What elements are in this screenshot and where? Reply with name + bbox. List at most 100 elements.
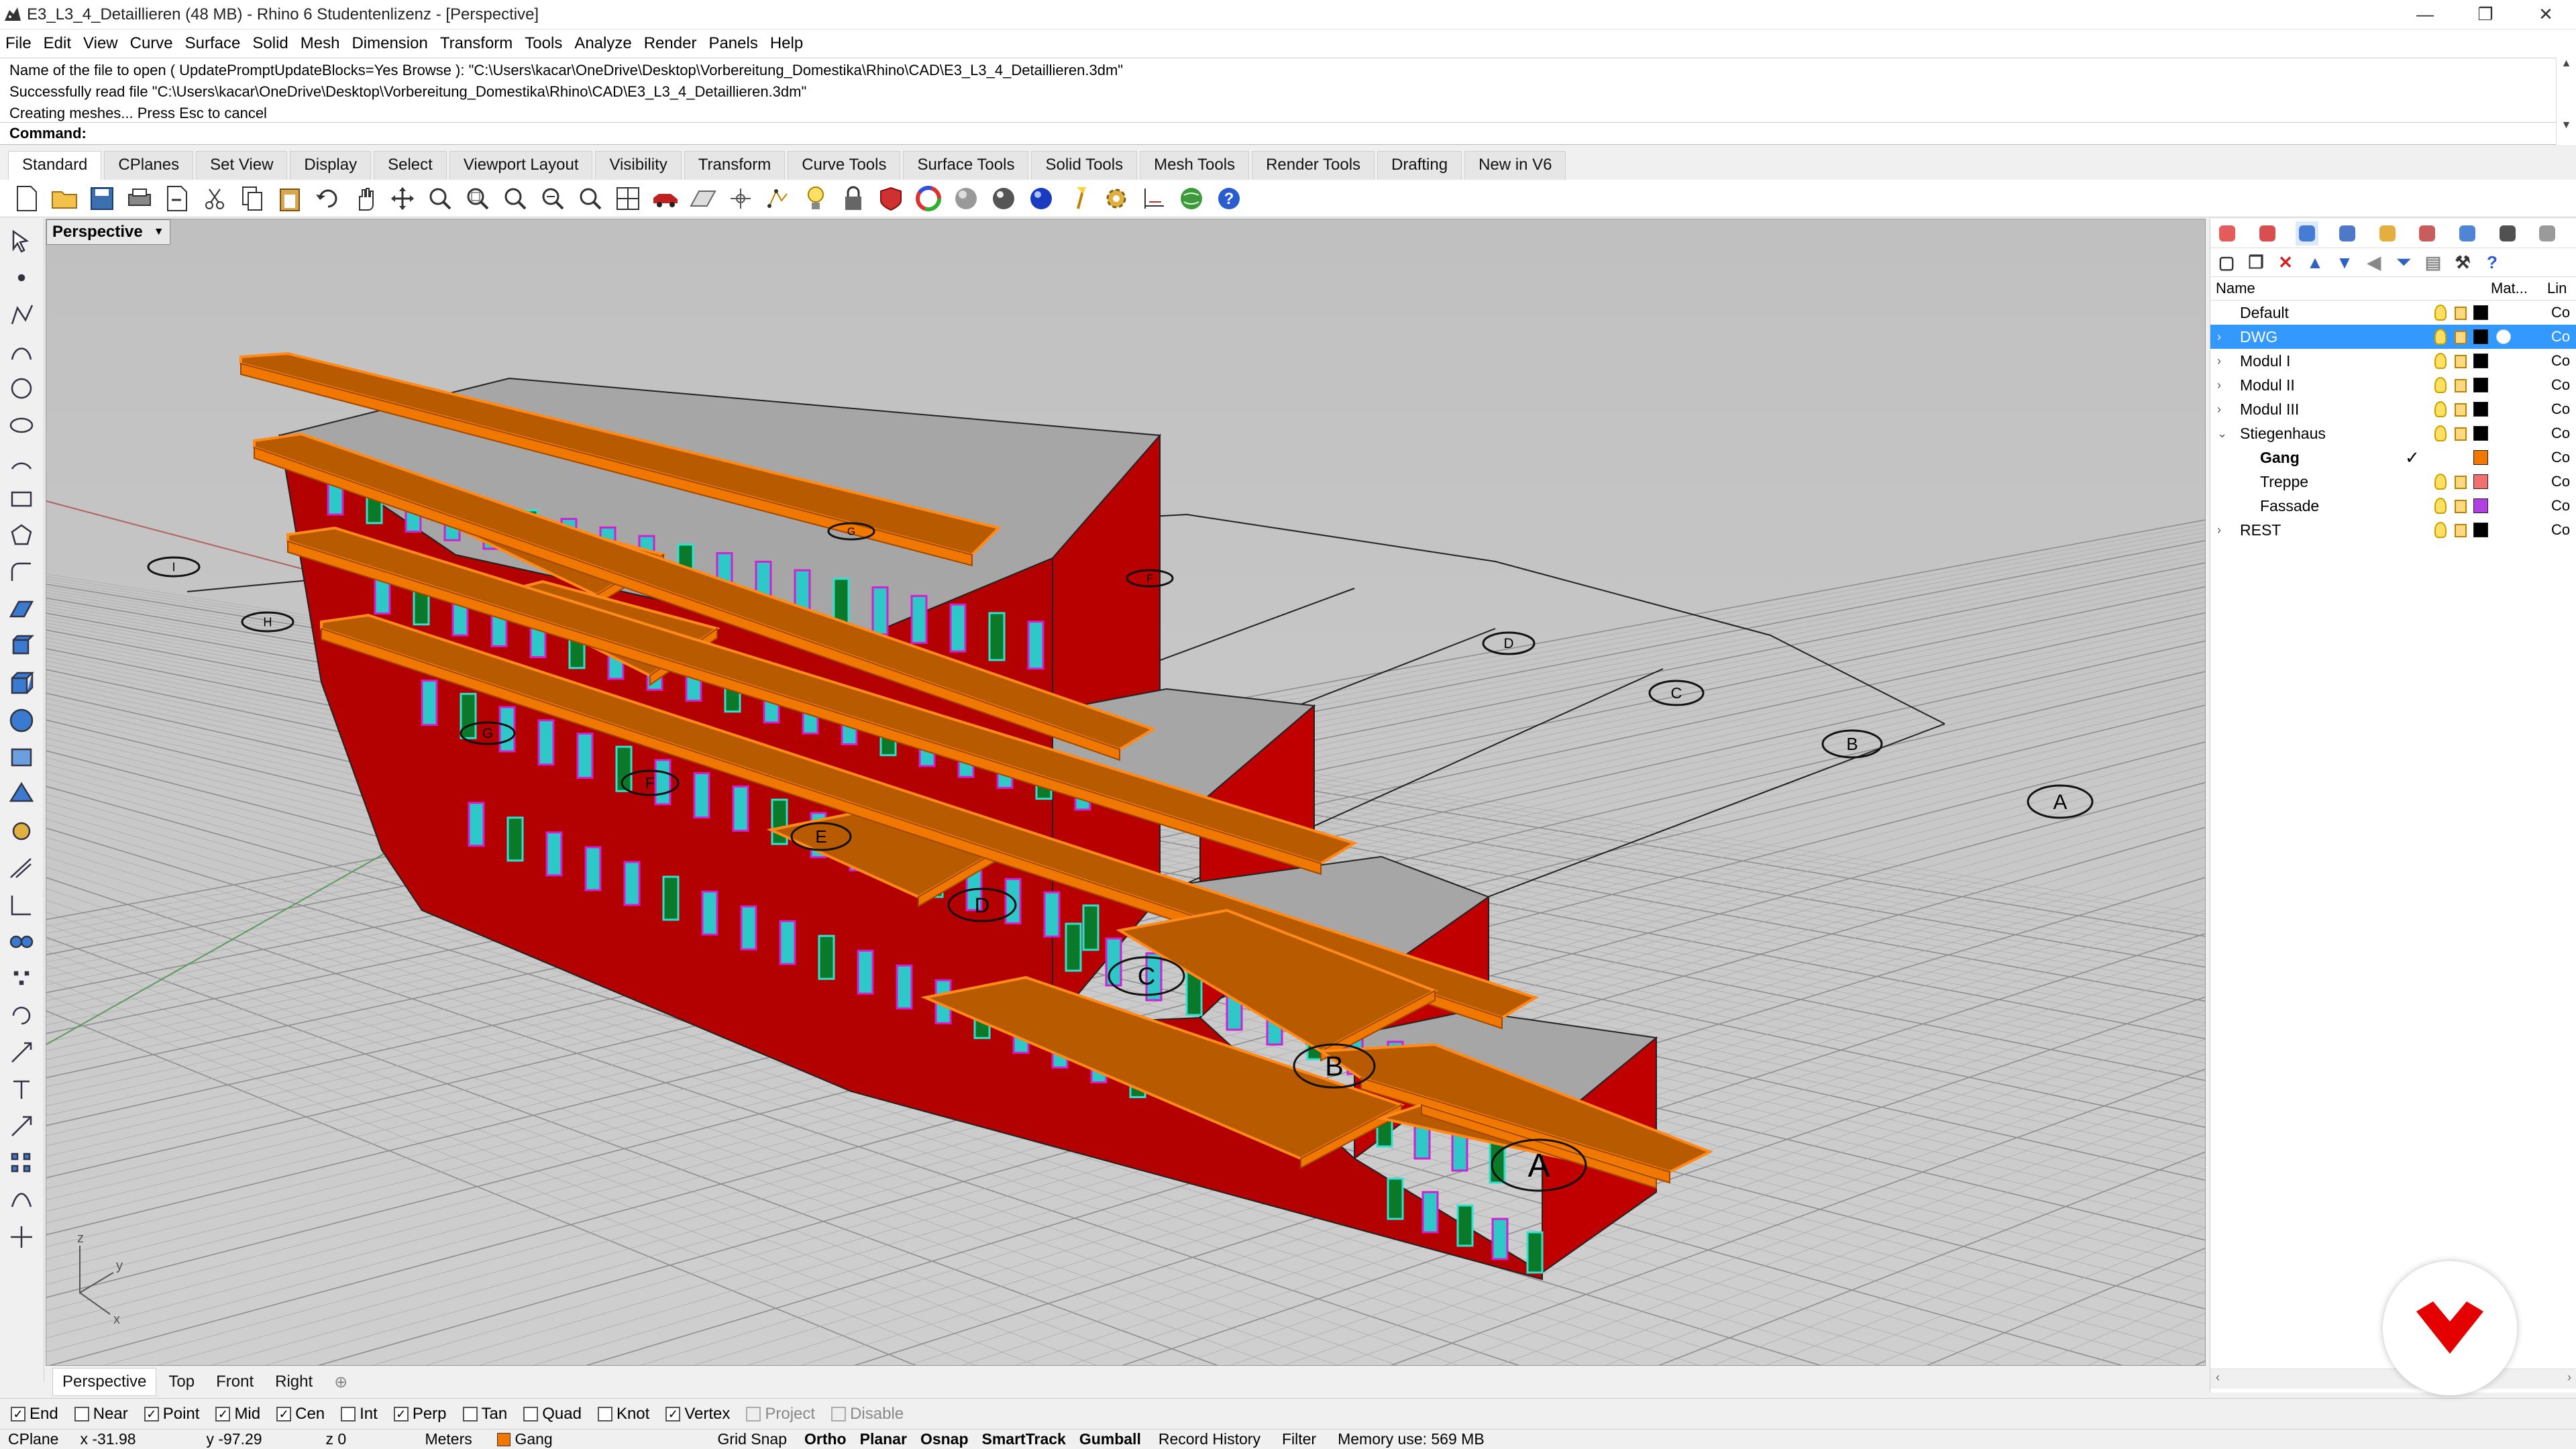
layer-visible-icon[interactable] — [2434, 425, 2447, 441]
osnap-near[interactable]: Near — [74, 1405, 128, 1424]
menu-transform[interactable]: Transform — [439, 33, 514, 54]
shaded-sphere-icon[interactable] — [951, 184, 981, 213]
view-tab-front[interactable]: Front — [207, 1368, 263, 1395]
menu-curve[interactable]: Curve — [129, 33, 174, 54]
point-icon[interactable] — [7, 263, 36, 292]
tab-mesh-tools[interactable]: Mesh Tools — [1140, 151, 1250, 180]
libraries-icon[interactable] — [2376, 221, 2399, 246]
light-icon[interactable] — [7, 853, 36, 883]
transform-icon[interactable] — [7, 1222, 36, 1252]
osnap-int[interactable]: Int — [341, 1405, 378, 1424]
rhino-app-icon[interactable] — [3, 5, 23, 25]
options-icon[interactable] — [1102, 184, 1131, 213]
layer-lock-icon[interactable] — [2455, 476, 2467, 489]
column-name[interactable]: Name — [2216, 280, 2491, 297]
layer-linetype[interactable]: Co — [2551, 328, 2570, 345]
scroll-up-icon[interactable]: ▲ — [2557, 58, 2576, 70]
point-cloud-icon[interactable] — [7, 964, 36, 994]
viewport-title[interactable]: Perspective ▼ — [46, 219, 170, 245]
car-icon[interactable] — [651, 184, 680, 213]
checkbox[interactable] — [341, 1406, 356, 1421]
panel-horizontal-scrollbar[interactable]: ‹ › — [2210, 1368, 2576, 1389]
ellipse-icon[interactable] — [7, 411, 36, 440]
layer-linetype[interactable]: Co — [2551, 449, 2570, 466]
menu-solid[interactable]: Solid — [251, 33, 289, 54]
polyline-icon[interactable] — [7, 300, 36, 329]
layer-color-swatch[interactable] — [2473, 474, 2488, 489]
layer-linetype[interactable]: Co — [2551, 473, 2570, 490]
layer-row-modul-ii[interactable]: › Modul II Co — [2210, 373, 2576, 397]
layer-lock-icon[interactable] — [2455, 379, 2467, 392]
command-line[interactable]: Command: — [0, 122, 2556, 145]
dimension-icon[interactable] — [7, 890, 36, 920]
column-linetype[interactable]: Lin — [2547, 280, 2567, 297]
layer-linetype[interactable]: Co — [2551, 376, 2570, 394]
layer-lock-icon[interactable] — [2455, 500, 2467, 513]
move-down-icon[interactable]: ▼ — [2334, 252, 2355, 273]
status-grid-snap[interactable]: Grid Snap — [709, 1430, 795, 1448]
move-up-icon[interactable]: ▲ — [2304, 252, 2326, 273]
layer-material-icon[interactable] — [2496, 329, 2511, 344]
save-icon[interactable] — [87, 184, 117, 213]
layer-visible-icon[interactable] — [2434, 522, 2447, 538]
move-left-icon[interactable]: ◀ — [2363, 252, 2385, 273]
layer-name[interactable]: Stiegenhaus — [2240, 425, 2326, 443]
material-icon[interactable] — [876, 184, 906, 213]
expand-icon[interactable]: › — [2217, 402, 2231, 417]
edit-points-icon[interactable] — [7, 1185, 36, 1215]
zoom-dynamic-icon[interactable] — [576, 184, 605, 213]
layer-visible-icon[interactable] — [2434, 474, 2447, 490]
sphere-icon[interactable] — [7, 706, 36, 735]
layer-lock-icon[interactable] — [2455, 403, 2467, 417]
zoom-icon[interactable] — [425, 184, 455, 213]
layer-states-icon[interactable]: ▤ — [2422, 252, 2444, 273]
checkbox[interactable]: ✓ — [665, 1406, 681, 1421]
menu-tools[interactable]: Tools — [523, 33, 564, 54]
layer-name[interactable]: Modul III — [2240, 400, 2299, 419]
layer-color-swatch[interactable] — [2473, 329, 2488, 344]
osnap-vertex[interactable]: ✓ Vertex — [665, 1405, 730, 1424]
expand-icon[interactable]: › — [2217, 523, 2231, 537]
layer-visible-icon[interactable] — [2434, 305, 2447, 321]
move-icon[interactable] — [7, 1112, 36, 1141]
lock-icon[interactable] — [839, 184, 868, 213]
zoom-extents-icon[interactable] — [500, 184, 530, 213]
scroll-left-icon[interactable]: ‹ — [2216, 1371, 2220, 1385]
layer-color-swatch[interactable] — [2473, 305, 2488, 320]
points-icon[interactable] — [763, 184, 793, 213]
import-icon[interactable] — [162, 184, 192, 213]
osnap-point[interactable]: ✓ Point — [144, 1405, 199, 1424]
tab-display[interactable]: Display — [290, 151, 372, 180]
environment-icon[interactable] — [2416, 221, 2438, 246]
layer-visible-icon[interactable] — [2434, 498, 2447, 514]
layer-lock-icon[interactable] — [2455, 331, 2467, 344]
circle-icon[interactable] — [7, 374, 36, 403]
checkbox[interactable]: ✓ — [276, 1406, 292, 1421]
layer-visible-icon[interactable] — [2434, 401, 2447, 417]
osnap-mid[interactable]: ✓ Mid — [215, 1405, 260, 1424]
layer-lock-icon[interactable] — [2455, 427, 2467, 441]
viewport-menu-icon[interactable]: ▼ — [154, 226, 164, 238]
layer-row-default[interactable]: Default Co — [2210, 301, 2576, 325]
filter-icon[interactable]: ⏷ — [2393, 252, 2414, 273]
menu-analyze[interactable]: Analyze — [573, 33, 633, 54]
cplane-icon[interactable] — [688, 184, 718, 213]
layer-linetype[interactable]: Co — [2551, 400, 2570, 418]
help-icon[interactable]: ? — [2481, 252, 2503, 273]
checkbox[interactable] — [831, 1406, 847, 1421]
layer-name[interactable]: Modul I — [2240, 352, 2290, 370]
cylinder-icon[interactable] — [7, 743, 36, 772]
add-view-icon[interactable]: ⊕ — [325, 1368, 357, 1396]
render-icon[interactable] — [2456, 221, 2479, 246]
expand-icon[interactable]: › — [2217, 378, 2231, 392]
osnap-project[interactable]: Project — [746, 1405, 815, 1424]
tools-icon[interactable]: ⚒ — [2452, 252, 2473, 273]
settings-icon[interactable] — [2536, 221, 2559, 246]
scroll-right-icon[interactable]: › — [2567, 1371, 2571, 1385]
new-layer-icon[interactable]: ▢ — [2216, 252, 2237, 273]
tab-render-tools[interactable]: Render Tools — [1252, 151, 1375, 180]
checkbox[interactable] — [597, 1406, 612, 1421]
restore-icon[interactable]: ❐ — [2455, 0, 2516, 30]
osnap-tan[interactable]: Tan — [462, 1405, 507, 1424]
new-sublayer-icon[interactable]: ❐ — [2245, 252, 2267, 273]
